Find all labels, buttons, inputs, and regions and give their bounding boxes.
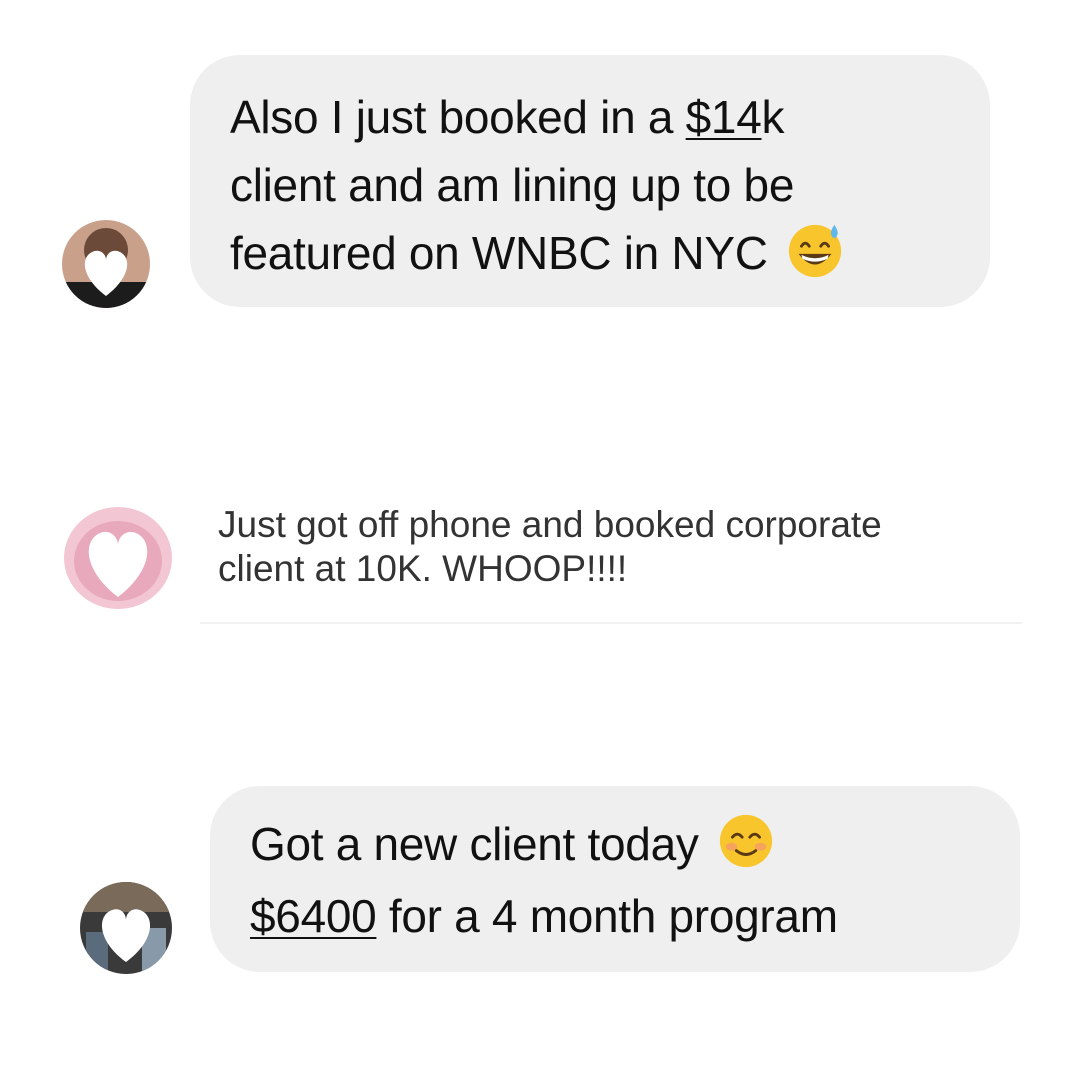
message-bubble[interactable]: Got a new client today $6400 for a 4 mon…	[210, 786, 1020, 972]
avatar[interactable]	[62, 220, 150, 308]
avatar[interactable]	[80, 882, 172, 974]
censored-avatar-icon	[80, 882, 172, 974]
grinning-sweat-emoji-icon	[786, 221, 844, 279]
message-bubble[interactable]: Also I just booked in a $14k client and …	[190, 55, 990, 307]
avatar[interactable]	[62, 505, 174, 611]
amount-link[interactable]: $14	[686, 91, 762, 143]
censored-avatar-icon	[62, 220, 150, 308]
message-line: Got a new client today	[250, 808, 1020, 880]
message-line: featured on WNBC in NYC	[230, 219, 990, 287]
divider	[200, 622, 1022, 624]
censored-avatar-icon	[62, 505, 174, 611]
message-line: Just got off phone and booked corporate	[218, 504, 882, 545]
message-text-block[interactable]: Just got off phone and booked corporate …	[218, 503, 1028, 591]
message-line: client at 10K. WHOOP!!!!	[218, 548, 628, 589]
message-line: client and am lining up to be	[230, 159, 795, 211]
message-line: $6400 for a 4 month program	[250, 890, 838, 942]
message-line: Also I just booked in a $14k	[230, 91, 785, 143]
amount-link[interactable]: $6400	[250, 890, 377, 942]
smiling-blush-emoji-icon	[717, 812, 775, 870]
